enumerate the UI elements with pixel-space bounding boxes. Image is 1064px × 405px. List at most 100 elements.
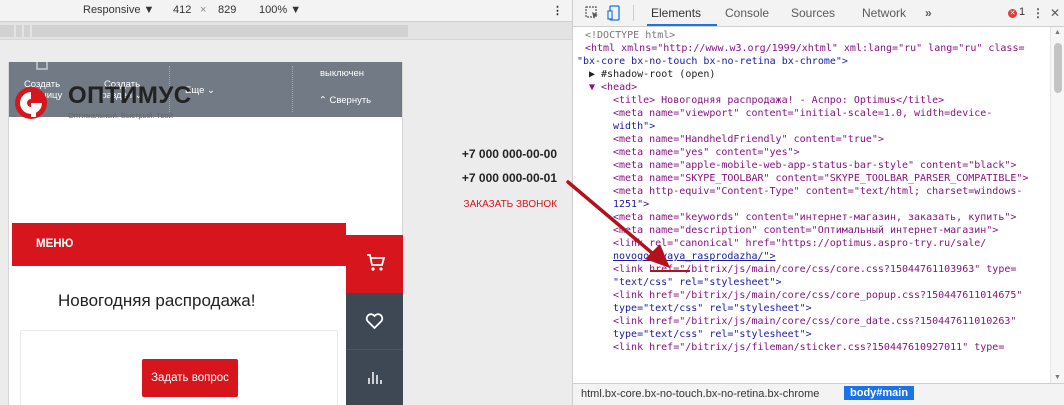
tree-line[interactable]: <meta name="HandheldFriendly" content="t… <box>613 133 884 146</box>
error-icon: ✕ <box>1008 9 1017 18</box>
tab-elements[interactable]: Elements <box>651 6 701 20</box>
tree-line[interactable]: <meta name="description" content="Оптима… <box>613 224 998 237</box>
callback-link[interactable]: ЗАКАЗАТЬ ЗВОНОК <box>464 199 557 210</box>
cart-button[interactable] <box>346 235 403 293</box>
width-input[interactable]: 412 <box>173 4 191 16</box>
tree-line[interactable]: <meta name="apple-mobile-web-app-status-… <box>613 159 1016 172</box>
tree-line-text: <link href="/bitrix/js/fileman/sticker.c… <box>613 342 1005 353</box>
tab-sources[interactable]: Sources <box>791 6 835 20</box>
tree-line-text: <title> Новогодняя распродажа! - Аспро: … <box>613 95 945 106</box>
tab-console[interactable]: Console <box>725 6 769 20</box>
dom-tree[interactable]: <!DOCTYPE html> <html xmlns="http://www.… <box>573 27 1051 383</box>
tree-line[interactable]: <meta http-equiv="Content-Type" content=… <box>613 185 1022 198</box>
tree-line[interactable]: <link href="/bitrix/js/main/core/css/cor… <box>613 289 1022 302</box>
media-query-ruler[interactable] <box>0 22 572 40</box>
inspect-element-icon[interactable] <box>585 6 599 20</box>
tree-line-text: <meta http-equiv="Content-Type" content=… <box>613 186 1023 197</box>
wishlist-button[interactable] <box>346 293 403 350</box>
tree-line-text: 1251"> <box>613 199 650 210</box>
side-panel <box>346 235 403 405</box>
breadcrumb-html[interactable]: html.bx-core.bx-no-touch.bx-no-retina.bx… <box>581 388 819 400</box>
device-toolbar: Responsive ▼ 412 × 829 100% ▼ ⋮ <box>0 0 572 22</box>
tree-line[interactable]: type="text/css" rel="stylesheet"> <box>613 328 812 341</box>
tree-line-text: <link href="/bitrix/js/main/core/css/cor… <box>613 290 1023 301</box>
logo-text[interactable]: ОПТИМУС <box>68 82 192 110</box>
active-tab-indicator <box>647 24 717 26</box>
dom-tree-scrollbar[interactable]: ▲ ▼ <box>1050 27 1064 383</box>
mode-off-label: выключен <box>319 68 365 79</box>
close-devtools-icon[interactable]: ✕ <box>1050 6 1060 20</box>
tree-line-text: "text/css" rel="stylesheet"> <box>613 277 782 288</box>
tree-line[interactable]: <meta name="SKYPE_TOOLBAR" content="SKYP… <box>613 172 1028 185</box>
tree-line[interactable]: "text/css" rel="stylesheet"> <box>613 276 782 289</box>
tree-line[interactable]: ▼ <head> <box>589 81 637 94</box>
ask-question-button[interactable]: Задать вопрос <box>142 359 238 397</box>
devtools-menu-icon[interactable]: ⋮ <box>1032 6 1044 20</box>
cart-icon <box>367 254 386 271</box>
tree-line[interactable]: type="text/css" rel="stylesheet"> <box>613 302 812 315</box>
tree-line-text: ▶ #shadow-root (open) <box>589 69 716 80</box>
zoom-label: 100% <box>259 4 288 16</box>
devtools-panel: Elements Console Sources Network » ✕ 1 ⋮ … <box>572 0 1064 405</box>
tree-line[interactable]: ▶ #shadow-root (open) <box>589 68 715 81</box>
logo-icon[interactable] <box>13 85 49 121</box>
tree-line-text: <meta name="description" content="Оптима… <box>613 225 999 236</box>
tree-line-text: "bx-core bx-no-touch bx-no-retina bx-chr… <box>577 56 848 67</box>
tree-line-text: <html xmlns="http://www.w3.org/1999/xhtm… <box>585 43 1025 54</box>
error-count: 1 <box>1019 6 1026 18</box>
collapse-button[interactable]: ⌃ Свернуть <box>310 95 380 106</box>
menu-bar[interactable]: МЕНЮ <box>12 223 346 266</box>
tree-line[interactable]: <link href="/bitrix/js/main/core/css/cor… <box>613 315 1016 328</box>
scroll-thumb[interactable] <box>1054 43 1062 93</box>
compare-chart-icon <box>368 372 382 384</box>
tree-line[interactable]: "bx-core bx-no-touch bx-no-retina bx-chr… <box>577 55 848 68</box>
tree-line-text: <meta name="viewport" content="initial-s… <box>613 108 993 119</box>
tree-line-text: ▼ <head> <box>589 82 638 93</box>
tree-line-text: <!DOCTYPE html> <box>585 30 676 41</box>
heart-icon <box>365 313 384 330</box>
tab-network[interactable]: Network <box>862 6 906 20</box>
tree-line[interactable]: <link href="/bitrix/js/fileman/sticker.c… <box>613 341 1004 354</box>
zoom-select[interactable]: 100% ▼ <box>259 4 301 16</box>
device-more-icon[interactable]: ⋮ <box>552 4 563 17</box>
more-tabs-icon[interactable]: » <box>925 6 932 20</box>
tree-line-canonical[interactable]: <link rel="canonical" href="https://opti… <box>613 237 986 250</box>
times-sign: × <box>200 4 207 16</box>
tree-line-text: <meta name="apple-mobile-web-app-status-… <box>613 160 1017 171</box>
error-counter[interactable]: ✕ 1 <box>1008 6 1025 18</box>
tree-line[interactable]: novogodnyaya_rasprodazha/"> <box>613 250 776 263</box>
tree-line-text: <meta name="HandheldFriendly" content="t… <box>613 134 884 145</box>
tree-line[interactable]: <meta name="viewport" content="initial-s… <box>613 107 992 120</box>
tree-line[interactable]: <meta name="keywords" content="интернет-… <box>613 211 1016 224</box>
devtools-tabbar: Elements Console Sources Network » ✕ 1 ⋮ … <box>573 0 1064 27</box>
tree-line[interactable]: width"> <box>613 120 655 133</box>
tree-line[interactable]: <title> Новогодняя распродажа! - Аспро: … <box>613 94 944 107</box>
device-mode-select[interactable]: Responsive ▼ <box>83 4 154 16</box>
phone-1[interactable]: +7 000 000-00-00 <box>462 147 557 161</box>
scroll-down-icon[interactable]: ▼ <box>1054 374 1061 381</box>
menu-label: МЕНЮ <box>36 238 74 250</box>
ruler-segment <box>32 25 408 37</box>
compare-button[interactable] <box>346 350 403 405</box>
phone-2[interactable]: +7 000 000-00-01 <box>462 171 557 185</box>
tree-line[interactable]: 1251"> <box>613 198 649 211</box>
tree-line-text: novogodnyaya_rasprodazha/"> <box>613 251 776 262</box>
tree-line-text: width"> <box>613 121 656 132</box>
device-mode-label: Responsive <box>83 4 141 16</box>
ruler-segment <box>0 25 14 37</box>
tree-line-text: <link rel="canonical" href="https://opti… <box>613 238 987 249</box>
tree-line-text: <link href="/bitrix/js/main/core/css/cor… <box>613 316 1017 327</box>
height-input[interactable]: 829 <box>218 4 236 16</box>
scroll-up-icon[interactable]: ▲ <box>1054 29 1061 36</box>
tree-line-text: <meta name="SKYPE_TOOLBAR" content="SKYP… <box>613 173 1029 184</box>
tree-line[interactable]: <link href="/bitrix/js/main/core/css/cor… <box>613 263 1016 276</box>
tree-line[interactable]: <meta name="yes" content="yes"> <box>613 146 800 159</box>
admin-divider <box>292 66 293 112</box>
device-emulation-pane: Responsive ▼ 412 × 829 100% ▼ ⋮ Создать … <box>0 0 572 405</box>
tree-line[interactable]: <html xmlns="http://www.w3.org/1999/xhtm… <box>585 42 1025 55</box>
breadcrumb: html.bx-core.bx-no-touch.bx-no-retina.bx… <box>573 383 1064 405</box>
breadcrumb-body[interactable]: body#main <box>844 386 915 400</box>
tree-line[interactable]: <!DOCTYPE html> <box>585 29 675 42</box>
device-toggle-icon[interactable] <box>607 5 621 21</box>
tree-line-text: type="text/css" rel="stylesheet"> <box>613 329 812 340</box>
